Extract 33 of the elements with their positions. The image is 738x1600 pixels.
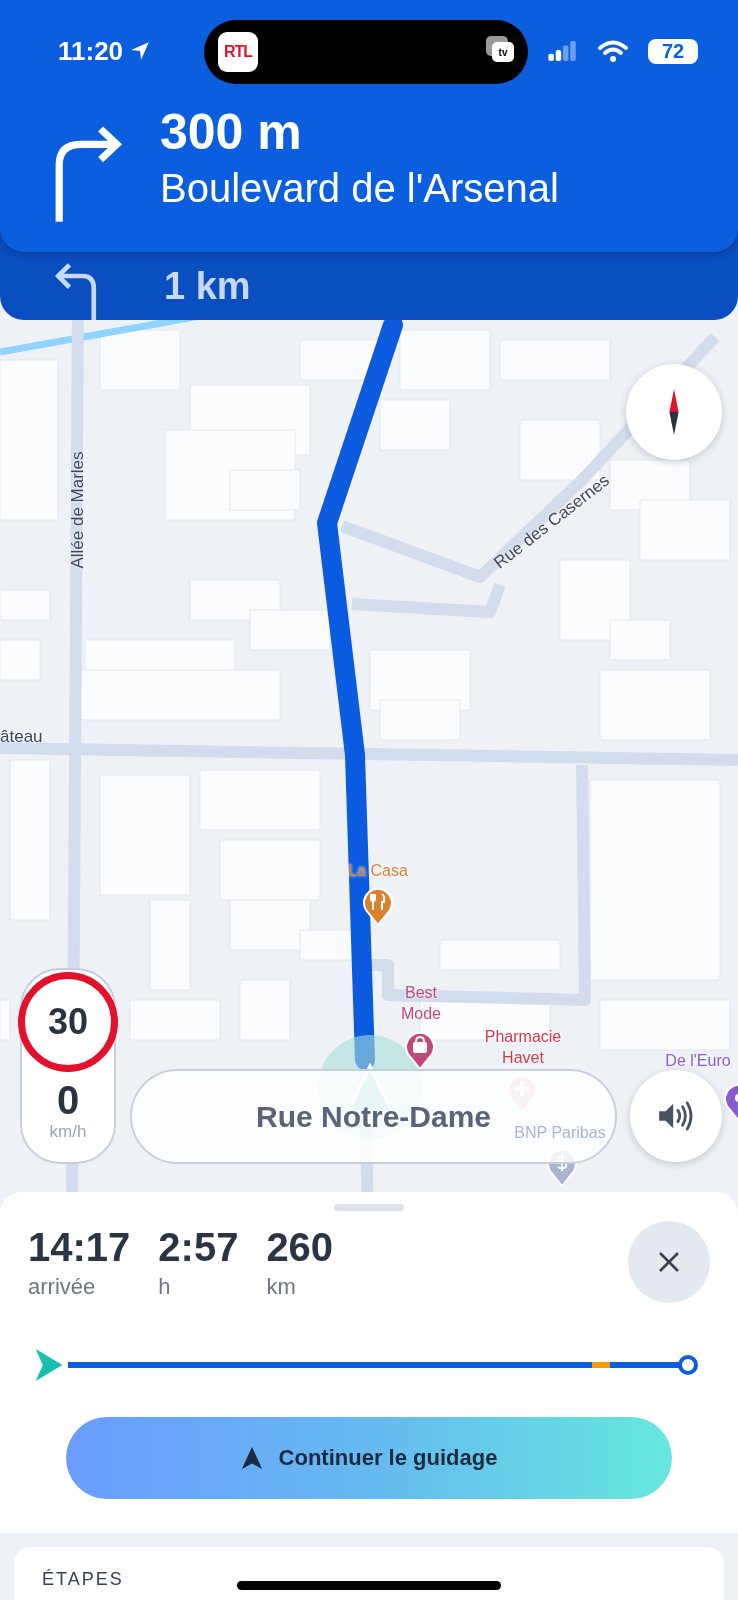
current-speed: 0 — [56, 1078, 80, 1122]
close-icon — [657, 1250, 681, 1274]
trip-stat-label: arrivée — [28, 1273, 97, 1301]
wifi-icon — [598, 40, 628, 62]
speaker-icon — [657, 1101, 695, 1131]
poi-label[interactable]: De l'Euro — [660, 1050, 736, 1071]
location-arrow-icon — [129, 40, 152, 62]
turn-street-name: Boulevard de l'Arsenal — [160, 165, 559, 212]
signal-icon — [548, 41, 578, 61]
clock-time: 11:20 — [58, 35, 124, 67]
turn-distance: 300 m — [160, 103, 303, 162]
trip-stat-value: 2:57 — [158, 1224, 239, 1271]
bag-pin-icon[interactable] — [404, 1030, 436, 1070]
speed-limit-sign: 30 — [18, 972, 118, 1072]
next-turn-distance: 1 km — [164, 264, 251, 308]
trip-stat-label: h — [158, 1273, 172, 1301]
poi-label[interactable]: La Casa — [333, 860, 423, 881]
continue-guidance-button[interactable]: Continuer le guidage — [66, 1417, 672, 1499]
fork-knife-pin-icon[interactable] — [362, 886, 394, 926]
poi-label[interactable]: Pharmacie Havet — [468, 1026, 578, 1068]
trip-stat-value: 260 — [266, 1224, 334, 1271]
poi-label[interactable]: Best Mode — [386, 982, 456, 1024]
radio-app-logo: RTL — [218, 32, 258, 72]
street-label: âteau — [0, 727, 43, 747]
speed-unit: km/h — [49, 1122, 87, 1142]
navigation-arrow-icon — [240, 1446, 263, 1470]
sheet-handle[interactable] — [334, 1204, 404, 1211]
trip-stat-label: km — [266, 1273, 297, 1301]
steps-heading: ÉTAPES — [42, 1569, 124, 1589]
building — [379, 399, 451, 451]
trip-stat-value: 14:17 — [28, 1224, 131, 1271]
street-label: Allée de Marles — [68, 451, 88, 569]
battery-indicator: 72 — [648, 38, 698, 64]
